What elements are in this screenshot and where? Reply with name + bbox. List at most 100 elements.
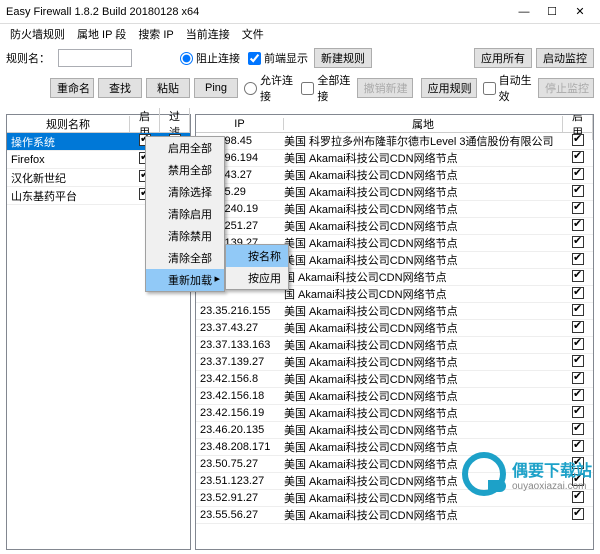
ip-location: 美国 Akamai科技公司CDN网络节点 xyxy=(284,354,563,370)
ip-enable-checkbox[interactable] xyxy=(563,457,593,472)
ip-location: 美国 Akamai科技公司CDN网络节点 xyxy=(284,439,563,455)
ctx-clear-disable[interactable]: 清除禁用 xyxy=(146,225,224,247)
ip-address: 23.51.123.27 xyxy=(196,475,284,487)
ip-enable-checkbox[interactable] xyxy=(563,202,593,217)
ip-enable-checkbox[interactable] xyxy=(563,253,593,268)
ip-enable-checkbox[interactable] xyxy=(563,508,593,523)
ip-location: 美国 Akamai科技公司CDN网络节点 xyxy=(284,405,563,421)
ip-row[interactable]: 23.52.91.27美国 Akamai科技公司CDN网络节点 xyxy=(196,490,593,507)
start-monitor-button[interactable]: 启动监控 xyxy=(536,48,594,68)
ip-address: 23.55.56.27 xyxy=(196,509,284,521)
ip-location: 美国 Akamai科技公司CDN网络节点 xyxy=(284,490,563,506)
ip-enable-checkbox[interactable] xyxy=(563,321,593,336)
close-button[interactable]: ✕ xyxy=(566,3,594,21)
ip-row[interactable]: 23.46.20.135美国 Akamai科技公司CDN网络节点 xyxy=(196,422,593,439)
ip-address: 23.37.43.27 xyxy=(196,322,284,334)
col-rule-name[interactable]: 规则名称 xyxy=(7,116,130,132)
col-ip[interactable]: IP xyxy=(196,118,284,130)
ip-enable-checkbox[interactable] xyxy=(563,168,593,183)
ip-enable-checkbox[interactable] xyxy=(563,355,593,370)
ip-row[interactable]: 23.4.5.29美国 Akamai科技公司CDN网络节点 xyxy=(196,184,593,201)
rule-name: 操作系统 xyxy=(7,134,130,150)
ip-row[interactable]: 8.7.198.45美国 科罗拉多州布隆菲尔德市Level 3通信股份有限公司 xyxy=(196,133,593,150)
ip-address: 23.52.91.27 xyxy=(196,492,284,504)
ip-enable-checkbox[interactable] xyxy=(563,372,593,387)
ctx-disable-all[interactable]: 禁用全部 xyxy=(146,159,224,181)
menu-firewall-rules[interactable]: 防火墙规则 xyxy=(4,26,71,42)
radio-allow[interactable]: 允许连接 xyxy=(244,72,293,104)
menubar: 防火墙规则 属地 IP 段 搜索 IP 当前连接 文件 xyxy=(0,24,600,44)
ip-enable-checkbox[interactable] xyxy=(563,491,593,506)
maximize-button[interactable]: ☐ xyxy=(538,3,566,21)
ctx-clear-all[interactable]: 清除全部 xyxy=(146,247,224,269)
ctx-by-app[interactable]: 按应用 xyxy=(226,267,288,289)
window-title: Easy Firewall 1.8.2 Build 20180128 x64 xyxy=(6,6,510,18)
ip-row[interactable]: 23.5.251.27美国 Akamai科技公司CDN网络节点 xyxy=(196,218,593,235)
minimize-button[interactable]: — xyxy=(510,3,538,21)
ip-row[interactable]: 23.50.75.27美国 Akamai科技公司CDN网络节点 xyxy=(196,456,593,473)
ip-enable-checkbox[interactable] xyxy=(563,134,593,149)
ip-row[interactable]: 23.4.240.19美国 Akamai科技公司CDN网络节点 xyxy=(196,201,593,218)
apply-all-button[interactable]: 应用所有 xyxy=(474,48,532,68)
menu-location-ip[interactable]: 属地 IP 段 xyxy=(71,26,132,42)
undo-new-button: 撤销新建 xyxy=(357,78,413,98)
menu-search-ip[interactable]: 搜索 IP xyxy=(132,26,179,42)
apply-rule-button[interactable]: 应用规则 xyxy=(421,78,477,98)
col-location[interactable]: 属地 xyxy=(284,116,563,132)
ip-row[interactable]: 23.37.43.27美国 Akamai科技公司CDN网络节点 xyxy=(196,320,593,337)
rule-name: Firefox xyxy=(7,154,130,166)
check-frontend[interactable]: 前端显示 xyxy=(248,50,308,66)
ip-enable-checkbox[interactable] xyxy=(563,287,593,302)
ip-location: 美国 Akamai科技公司CDN网络节点 xyxy=(284,150,563,166)
rename-button[interactable]: 重命名 xyxy=(50,78,94,98)
ip-enable-checkbox[interactable] xyxy=(563,270,593,285)
ip-location: 美国 Akamai科技公司CDN网络节点 xyxy=(284,320,563,336)
ip-enable-checkbox[interactable] xyxy=(563,304,593,319)
ip-location: 美国 Akamai科技公司CDN网络节点 xyxy=(284,473,563,489)
ip-enable-checkbox[interactable] xyxy=(563,389,593,404)
ip-enable-checkbox[interactable] xyxy=(563,406,593,421)
ping-button[interactable]: Ping xyxy=(194,78,238,98)
ip-row[interactable]: 23.4.43.27美国 Akamai科技公司CDN网络节点 xyxy=(196,167,593,184)
ip-row[interactable]: 23.37.133.163美国 Akamai科技公司CDN网络节点 xyxy=(196,337,593,354)
new-rule-button[interactable]: 新建规则 xyxy=(314,48,372,68)
ip-row[interactable]: 23.42.156.19美国 Akamai科技公司CDN网络节点 xyxy=(196,405,593,422)
ctx-clear-sel[interactable]: 清除选择 xyxy=(146,181,224,203)
check-auto-effect[interactable]: 自动生效 xyxy=(483,72,532,104)
ip-row[interactable]: 23.42.156.8美国 Akamai科技公司CDN网络节点 xyxy=(196,371,593,388)
ctx-enable-all[interactable]: 启用全部 xyxy=(146,137,224,159)
ip-enable-checkbox[interactable] xyxy=(563,151,593,166)
submenu-arrow-icon: ▸ xyxy=(214,272,220,285)
ip-location: 美国 Akamai科技公司CDN网络节点 xyxy=(284,218,563,234)
find-button[interactable]: 查找 xyxy=(98,78,142,98)
ip-enable-checkbox[interactable] xyxy=(563,219,593,234)
ip-enable-checkbox[interactable] xyxy=(563,423,593,438)
rule-name: 汉化新世纪 xyxy=(7,170,130,186)
stop-monitor-button: 停止监控 xyxy=(538,78,594,98)
paste-button[interactable]: 粘贴 xyxy=(146,78,190,98)
toolbar: 规则名： 阻止连接 前端显示 新建规则 应用所有 启动监控 重命名 查找 粘贴 … xyxy=(0,44,600,114)
ip-row[interactable]: 23.42.156.18美国 Akamai科技公司CDN网络节点 xyxy=(196,388,593,405)
radio-block[interactable]: 阻止连接 xyxy=(180,50,240,66)
ip-enable-checkbox[interactable] xyxy=(563,338,593,353)
ip-row[interactable]: 23.35.216.155美国 Akamai科技公司CDN网络节点 xyxy=(196,303,593,320)
ctx-clear-enable[interactable]: 清除启用 xyxy=(146,203,224,225)
rule-name-input[interactable] xyxy=(58,49,132,67)
ip-location: 美国 科罗拉多州布隆菲尔德市Level 3通信股份有限公司 xyxy=(284,133,563,149)
ctx-reload[interactable]: 重新加载▸ xyxy=(146,269,224,291)
ip-enable-checkbox[interactable] xyxy=(563,185,593,200)
ip-enable-checkbox[interactable] xyxy=(563,474,593,489)
ip-row[interactable]: 23.55.56.27美国 Akamai科技公司CDN网络节点 xyxy=(196,507,593,524)
ip-row[interactable]: 23.37.139.27美国 Akamai科技公司CDN网络节点 xyxy=(196,354,593,371)
ip-location: 美国 Akamai科技公司CDN网络节点 xyxy=(284,235,563,251)
ip-enable-checkbox[interactable] xyxy=(563,236,593,251)
ip-row[interactable]: 23.3.96.194美国 Akamai科技公司CDN网络节点 xyxy=(196,150,593,167)
ip-location: 美国 Akamai科技公司CDN网络节点 xyxy=(284,201,563,217)
ip-row[interactable]: 23.51.123.27美国 Akamai科技公司CDN网络节点 xyxy=(196,473,593,490)
ip-row[interactable]: 23.48.208.171美国 Akamai科技公司CDN网络节点 xyxy=(196,439,593,456)
ip-enable-checkbox[interactable] xyxy=(563,440,593,455)
menu-current-conn[interactable]: 当前连接 xyxy=(180,26,236,42)
ctx-by-name[interactable]: 按名称 xyxy=(226,245,288,267)
menu-file[interactable]: 文件 xyxy=(236,26,270,42)
check-all-conn[interactable]: 全部连接 xyxy=(301,72,350,104)
